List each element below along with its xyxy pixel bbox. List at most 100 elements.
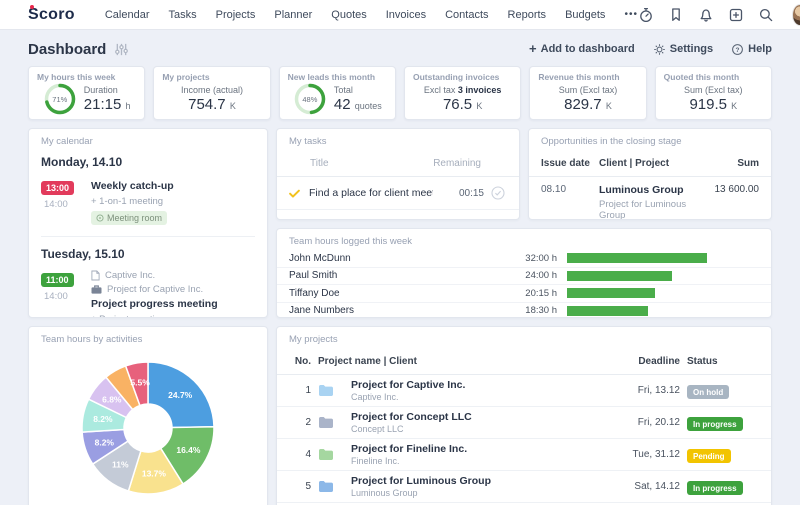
event-time: 13:00 14:00 xyxy=(41,178,81,227)
nav-invoices[interactable]: Invoices xyxy=(386,9,426,21)
timer-icon[interactable] xyxy=(638,7,654,23)
dashboard-actions: + Add to dashboard Settings ? Help xyxy=(529,43,772,56)
pie-slice-label: 11% xyxy=(112,460,129,470)
member-hours: 20:15 h xyxy=(503,288,557,299)
event-body: Weekly catch-up + 1-on-1 meeting Meeting… xyxy=(91,178,174,227)
project-row[interactable]: 4 Project for Fineline Inc. Fineline Inc… xyxy=(277,439,771,471)
nav-planner[interactable]: Planner xyxy=(274,9,312,21)
team-hours-row[interactable]: Tiffany Doe 20:15 h xyxy=(277,285,771,303)
my-tasks-panel: My tasks Title Remaining Find a place fo… xyxy=(276,128,520,220)
col-client-project: Client | Project xyxy=(599,158,687,169)
search-icon[interactable] xyxy=(758,7,774,23)
pie-slice-label: 8.2% xyxy=(93,414,113,424)
help-label: Help xyxy=(748,43,772,55)
event-client-line: Captive Inc. xyxy=(91,270,218,281)
status-badge: Pending xyxy=(687,449,731,463)
complete-task-button[interactable] xyxy=(491,186,505,200)
panel-title: Team hours logged this week xyxy=(277,229,771,250)
task-row[interactable]: Find a place for client meetings 00:15 xyxy=(277,177,519,210)
tasks-header: Title Remaining xyxy=(277,150,519,177)
member-name: John McDunn xyxy=(289,253,493,264)
kpi-card-outstanding-invoices[interactable]: Outstanding invoices Excl tax 3 invoices… xyxy=(404,66,521,120)
user-menu[interactable]: Paul Smith Sunrise Ltd xyxy=(792,0,800,34)
opportunities-panel: Opportunities in the closing stage Issue… xyxy=(528,128,772,220)
folder-icon xyxy=(318,448,334,461)
kpi-title: My projects xyxy=(154,67,269,82)
kpi-value: 42 quotes xyxy=(334,96,382,113)
scoro-logo[interactable]: Scoro xyxy=(28,6,75,24)
team-hours-row[interactable]: Paul Smith 24:00 h xyxy=(277,268,771,286)
status-badge: On hold xyxy=(687,385,729,399)
kpi-card-my-hours[interactable]: My hours this week 71% Duration 21:15 h xyxy=(28,66,145,120)
status-badge: In progress xyxy=(687,417,743,431)
kpi-card-quoted[interactable]: Quoted this month Sum (Excl tax) 919.5 K xyxy=(655,66,772,120)
settings-button[interactable]: Settings xyxy=(653,43,713,56)
nav-tasks[interactable]: Tasks xyxy=(168,9,196,21)
kpi-value: 76.5 K xyxy=(424,96,502,113)
top-nav-right: Paul Smith Sunrise Ltd xyxy=(638,0,800,34)
opportunities-header: Issue date Client | Project Sum xyxy=(529,150,771,177)
help-button[interactable]: ? Help xyxy=(731,43,772,56)
nav-budgets[interactable]: Budgets xyxy=(565,9,605,21)
project-no: 2 xyxy=(289,417,311,428)
event-time: 11:00 14:00 xyxy=(41,270,81,318)
kpi-label: Excl tax 3 invoices xyxy=(424,85,502,95)
kpi-card-revenue[interactable]: Revenue this month Sum (Excl tax) 829.7 … xyxy=(529,66,646,120)
help-icon: ? xyxy=(731,43,744,56)
kpi-card-new-leads[interactable]: New leads this month 48% Total 42 quotes xyxy=(279,66,396,120)
activities-panel: Team hours by activities 24.7%16.4%13.7%… xyxy=(28,326,268,505)
complete-task-button[interactable] xyxy=(491,219,505,220)
nav-contacts[interactable]: Contacts xyxy=(445,9,488,21)
nav-quotes[interactable]: Quotes xyxy=(331,9,366,21)
nav-projects[interactable]: Projects xyxy=(216,9,256,21)
settings-label: Settings xyxy=(670,43,713,55)
project-name-client: Project for Luminous Group Luminous Grou… xyxy=(351,475,613,498)
hours-bar xyxy=(567,253,759,263)
kpi-title: New leads this month xyxy=(280,67,395,82)
team-hours-panel: Team hours logged this week John McDunn … xyxy=(276,228,772,318)
col-sum: Sum xyxy=(693,158,759,169)
project-no: 4 xyxy=(289,449,311,460)
event-end-time: 14:00 xyxy=(44,199,81,210)
team-hours-row[interactable]: John McDunn 32:00 h xyxy=(277,250,771,268)
project-name-client: Project for Captive Inc. Captive Inc. xyxy=(351,379,613,402)
folder-icon xyxy=(318,416,334,429)
nav-reports[interactable]: Reports xyxy=(508,9,547,21)
project-deadline: Fri, 20.12 xyxy=(620,417,680,428)
bell-icon[interactable] xyxy=(698,7,714,23)
event-start-badge: 11:00 xyxy=(41,273,74,287)
calendar-event[interactable]: 13:00 14:00 Weekly catch-up + 1-on-1 mee… xyxy=(29,177,267,236)
add-new-icon[interactable] xyxy=(728,7,744,23)
project-row[interactable]: 5 Project for Luminous Group Luminous Gr… xyxy=(277,471,771,503)
pie-slice-label: 6.8% xyxy=(102,395,122,405)
kpi-title: Outstanding invoices xyxy=(405,67,520,82)
panel-title: My tasks xyxy=(277,129,519,150)
project-deadline: Tue, 31.12 xyxy=(620,449,680,460)
col-title: Title xyxy=(310,158,425,169)
task-row[interactable]: Send weekly summary (with attache... 00:… xyxy=(277,210,519,220)
kpi-card-my-projects[interactable]: My projects Income (actual) 754.7 K xyxy=(153,66,270,120)
bookmark-icon[interactable] xyxy=(668,7,684,23)
my-projects-panel: My projects No. Project name | Client De… xyxy=(276,326,772,505)
top-nav: Scoro Calendar Tasks Projects Planner Qu… xyxy=(0,0,800,30)
add-to-dashboard-button[interactable]: + Add to dashboard xyxy=(529,43,635,55)
kpi-title: Revenue this month xyxy=(530,67,645,82)
kpi-value: 919.5 K xyxy=(684,96,743,113)
status-badge: In progress xyxy=(687,481,743,495)
kpi-donut: 48% xyxy=(293,82,327,116)
project-row[interactable]: 2 Project for Concept LLC Concept LLC Fr… xyxy=(277,407,771,439)
event-subtitle: + Project meeting xyxy=(91,314,218,318)
team-hours-row[interactable]: Jane Numbers 18:30 h xyxy=(277,303,771,319)
opportunity-row[interactable]: 08.10 Luminous Group Project for Luminou… xyxy=(529,177,771,220)
project-row[interactable]: 1 Project for Captive Inc. Captive Inc. … xyxy=(277,375,771,407)
briefcase-icon xyxy=(91,285,102,294)
nav-calendar[interactable]: Calendar xyxy=(105,9,150,21)
logo-text: Scoro xyxy=(28,6,75,23)
calendar-event[interactable]: 11:00 14:00 Captive Inc. Project for Cap… xyxy=(29,269,267,318)
col-deadline: Deadline xyxy=(620,356,680,367)
dashboard-filter-icon[interactable] xyxy=(115,43,128,56)
nav-more-button[interactable]: ••• xyxy=(624,9,638,20)
col-no: No. xyxy=(289,356,311,367)
event-end-time: 14:00 xyxy=(44,291,81,302)
col-status: Status xyxy=(687,356,759,367)
